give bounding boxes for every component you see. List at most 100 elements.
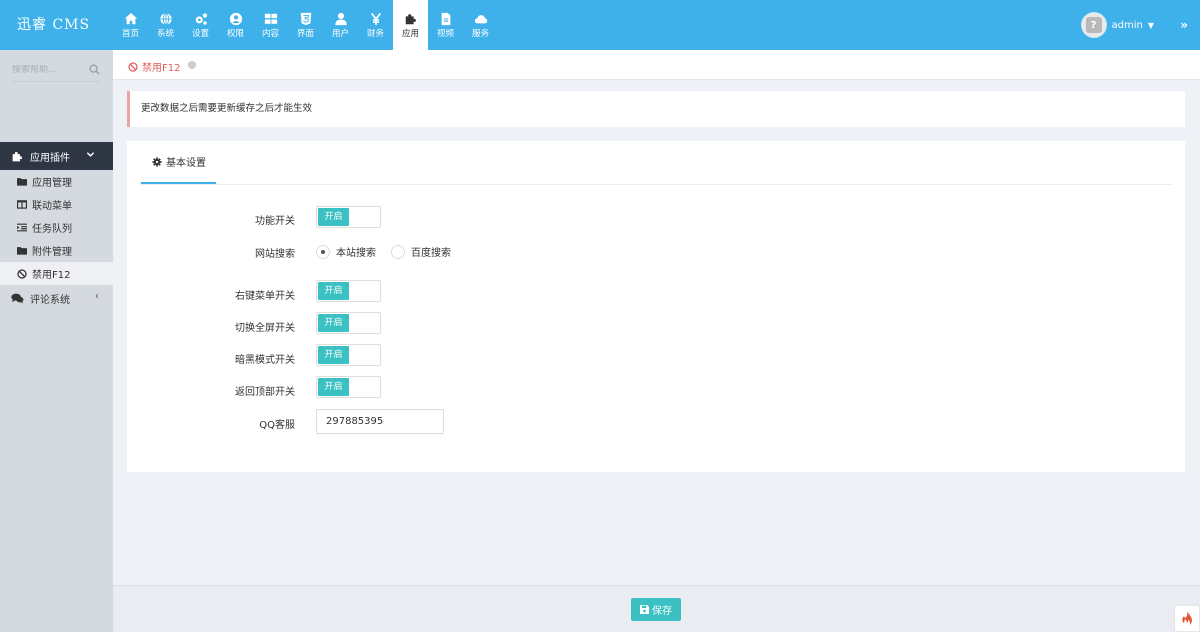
sidebar-item-task-queue[interactable]: 任务队列 (0, 216, 113, 239)
yen-icon (370, 12, 381, 25)
radio-label: 本站搜索 (336, 248, 376, 259)
nav-item-service[interactable]: 服务 (463, 0, 498, 50)
label-back-top: 返回顶部开关 (235, 387, 295, 398)
sidebar-item-label: 任务队列 (32, 224, 72, 235)
tab-basic-settings[interactable]: 基本设置 (141, 141, 216, 184)
columns-icon (17, 200, 27, 209)
tab-close-dot[interactable] (188, 61, 196, 69)
save-icon (640, 605, 649, 614)
flame-icon[interactable] (1174, 605, 1200, 632)
label-right-menu: 右键菜单开关 (235, 291, 295, 302)
label-qq: QQ客服 (259, 420, 295, 431)
sidebar: 应用插件 应用管理 联动菜单 任务队列 附件管理 禁用F12 评论系统 ‹ (0, 50, 113, 632)
sidebar-item-label: 禁用F12 (32, 270, 71, 281)
sidebar-item-disable-f12[interactable]: 禁用F12 (0, 262, 113, 285)
radio-indicator (391, 244, 405, 259)
user-name: admin (1111, 19, 1143, 31)
table-icon (264, 13, 277, 24)
sidebar-item-label: 联动菜单 (32, 201, 72, 212)
cloud-icon (474, 14, 487, 23)
qq-field[interactable] (316, 409, 444, 434)
sidebar-search (12, 62, 100, 82)
double-chevron-right-icon[interactable]: » (1180, 18, 1188, 32)
radio-site-search-local[interactable]: 本站搜索 (316, 244, 376, 259)
sidebar-group-plugins[interactable]: 应用插件 (0, 142, 113, 170)
sidebar-item-label: 附件管理 (32, 247, 72, 258)
toggle-on-label: 开启 (318, 346, 349, 364)
top-bar: 迅睿 CMS 首页 系统 设置 权限 内容 界面 用户 财务 应用 视频 服务 … (0, 0, 1200, 50)
sidebar-group-comments[interactable]: 评论系统 ‹ (0, 286, 113, 310)
chevron-left-icon: ‹ (95, 291, 99, 302)
toggle-on-label: 开启 (318, 208, 349, 226)
nav-label: 用户 (331, 28, 349, 39)
sidebar-item-linkage-menu[interactable]: 联动菜单 (0, 193, 113, 216)
nav-label: 界面 (296, 28, 314, 39)
label-dark-mode: 暗黑模式开关 (235, 355, 295, 366)
ban-icon (17, 268, 27, 279)
user-menu[interactable]: ? admin ▼ (1080, 12, 1154, 38)
radio-label: 百度搜索 (411, 248, 451, 259)
nav-item-interface[interactable]: 界面 (288, 0, 323, 50)
nav-label: 服务 (471, 28, 489, 39)
comments-icon (11, 293, 24, 304)
nav-item-permission[interactable]: 权限 (218, 0, 253, 50)
toggle-fullscreen[interactable]: 开启 (316, 312, 381, 334)
nav-item-content[interactable]: 内容 (253, 0, 288, 50)
nav-item-users[interactable]: 用户 (323, 0, 358, 50)
folder-icon (17, 247, 27, 255)
avatar: ? (1080, 12, 1107, 38)
nav-label: 设置 (191, 28, 209, 39)
save-label: 保存 (652, 606, 672, 617)
user-icon (334, 12, 347, 25)
nav-item-finance[interactable]: 财务 (358, 0, 393, 50)
nav-label: 内容 (261, 28, 279, 39)
nav-item-system[interactable]: 系统 (148, 0, 183, 50)
nav-item-settings[interactable]: 设置 (183, 0, 218, 50)
label-site-search: 网站搜索 (255, 249, 295, 260)
search-input[interactable] (12, 65, 82, 75)
chevron-down-icon (86, 152, 95, 157)
sidebar-item-label: 应用管理 (32, 178, 72, 189)
toggle-right-menu[interactable]: 开启 (316, 280, 381, 302)
puzzle-icon (12, 151, 22, 161)
user-circle-icon (229, 12, 242, 25)
nav-label: 系统 (156, 28, 174, 39)
sidebar-item-app-manage[interactable]: 应用管理 (0, 170, 113, 193)
toggle-on-label: 开启 (318, 378, 349, 396)
nav-item-apps[interactable]: 应用 (393, 0, 428, 50)
indent-icon (17, 223, 27, 232)
footer-bar: 保存 (113, 585, 1200, 632)
folder-icon (17, 178, 27, 186)
save-button[interactable]: 保存 (631, 598, 681, 621)
nav-item-video[interactable]: 视频 (428, 0, 463, 50)
tab-label: 基本设置 (166, 158, 206, 169)
cogs-icon (195, 12, 207, 25)
radio-indicator (316, 244, 330, 259)
tab-label: 禁用F12 (142, 63, 181, 74)
nav-label: 视频 (436, 28, 454, 39)
toggle-func-switch[interactable]: 开启 (316, 206, 381, 228)
toggle-dark-mode[interactable]: 开启 (316, 344, 381, 366)
sidebar-item-attachment[interactable]: 附件管理 (0, 239, 113, 262)
sidebar-group-label: 评论系统 (30, 294, 70, 306)
nav-item-home[interactable]: 首页 (113, 0, 148, 50)
page-tab-bar: 禁用F12 (113, 50, 1200, 80)
toggle-on-label: 开启 (318, 282, 349, 300)
divider (141, 184, 1172, 185)
puzzle-icon (405, 13, 416, 24)
nav-label: 权限 (226, 28, 244, 39)
toggle-on-label: 开启 (318, 314, 349, 332)
chevron-down-icon: ▼ (1147, 20, 1154, 30)
label-func-switch: 功能开关 (255, 216, 295, 227)
app-logo[interactable]: 迅睿 CMS (17, 14, 90, 34)
search-icon[interactable] (89, 64, 100, 78)
nav-label: 应用 (401, 28, 419, 39)
file-icon (441, 12, 450, 25)
toggle-back-top[interactable]: 开启 (316, 376, 381, 398)
sidebar-group-label: 应用插件 (30, 152, 70, 164)
cache-notice: 更改数据之后需要更新缓存之后才能生效 (127, 91, 1185, 127)
globe-icon (159, 12, 172, 25)
top-nav: 首页 系统 设置 权限 内容 界面 用户 财务 应用 视频 服务 (113, 0, 498, 50)
tab-disable-f12[interactable]: 禁用F12 (128, 59, 180, 74)
radio-site-search-baidu[interactable]: 百度搜索 (391, 244, 451, 259)
